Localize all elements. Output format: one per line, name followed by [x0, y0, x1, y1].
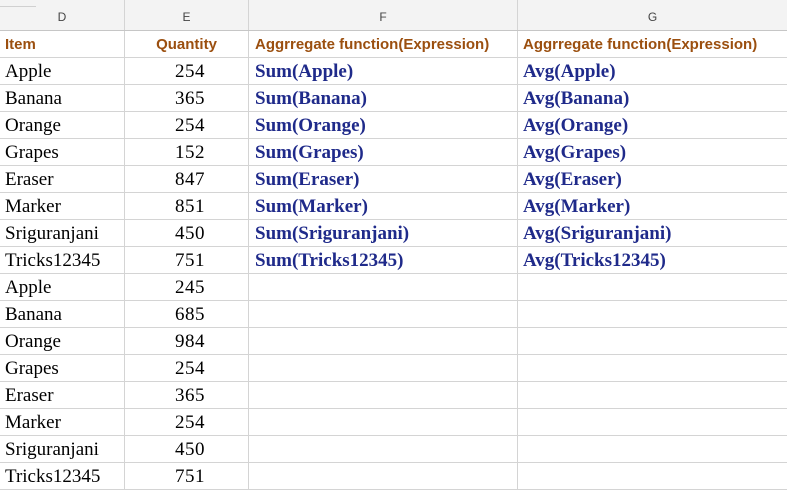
- cell-quantity[interactable]: 365: [125, 382, 249, 409]
- cell-item[interactable]: Grapes: [0, 355, 125, 382]
- cell-sum-expression[interactable]: [249, 409, 518, 436]
- cell-sum-expression[interactable]: [249, 355, 518, 382]
- column-header-bar: D E F G: [0, 0, 787, 31]
- cell-item[interactable]: Tricks12345: [0, 247, 125, 274]
- cell-sum-expression[interactable]: Sum(Grapes): [249, 139, 518, 166]
- table-row: Banana 365 Sum(Banana) Avg(Banana): [0, 85, 787, 112]
- cell-avg-expression[interactable]: [518, 328, 787, 355]
- cell-quantity[interactable]: 847: [125, 166, 249, 193]
- table-row: Sriguranjani 450: [0, 436, 787, 463]
- cell-quantity[interactable]: 751: [125, 247, 249, 274]
- cell-avg-expression[interactable]: [518, 436, 787, 463]
- cell-item-header[interactable]: Item: [0, 31, 125, 58]
- table-row: Banana 685: [0, 301, 787, 328]
- table-row: Apple 254 Sum(Apple) Avg(Apple): [0, 58, 787, 85]
- cell-quantity[interactable]: 984: [125, 328, 249, 355]
- cell-quantity-header[interactable]: Quantity: [125, 31, 249, 58]
- cell-sum-expression[interactable]: Sum(Orange): [249, 112, 518, 139]
- cell-quantity[interactable]: 851: [125, 193, 249, 220]
- cell-avg-expression[interactable]: Avg(Banana): [518, 85, 787, 112]
- cell-quantity[interactable]: 245: [125, 274, 249, 301]
- cell-item[interactable]: Marker: [0, 409, 125, 436]
- cell-quantity[interactable]: 450: [125, 436, 249, 463]
- cell-quantity[interactable]: 254: [125, 58, 249, 85]
- cell-avg-expression[interactable]: [518, 274, 787, 301]
- cell-sum-expression[interactable]: Sum(Apple): [249, 58, 518, 85]
- column-header-f[interactable]: F: [249, 0, 518, 30]
- cell-avg-expression[interactable]: Avg(Grapes): [518, 139, 787, 166]
- cell-item[interactable]: Apple: [0, 274, 125, 301]
- cell-quantity[interactable]: 254: [125, 112, 249, 139]
- cell-avg-expression[interactable]: [518, 382, 787, 409]
- cell-quantity[interactable]: 450: [125, 220, 249, 247]
- table-row: Grapes 254: [0, 355, 787, 382]
- cell-item[interactable]: Sriguranjani: [0, 220, 125, 247]
- cell-avg-expression[interactable]: Avg(Orange): [518, 112, 787, 139]
- table-row: Orange 984: [0, 328, 787, 355]
- cell-sum-expression[interactable]: Sum(Banana): [249, 85, 518, 112]
- cell-item[interactable]: Banana: [0, 85, 125, 112]
- table-row: Eraser 365: [0, 382, 787, 409]
- column-header-d[interactable]: D: [0, 0, 125, 30]
- cell-item[interactable]: Orange: [0, 328, 125, 355]
- cell-item[interactable]: Banana: [0, 301, 125, 328]
- cell-avg-expression[interactable]: Avg(Tricks12345): [518, 247, 787, 274]
- cell-item[interactable]: Eraser: [0, 382, 125, 409]
- cell-avg-expression[interactable]: [518, 301, 787, 328]
- table-row: Eraser 847 Sum(Eraser) Avg(Eraser): [0, 166, 787, 193]
- cell-item[interactable]: Sriguranjani: [0, 436, 125, 463]
- header-row: Item Quantity Aggrregate function(Expres…: [0, 31, 787, 58]
- cell-quantity[interactable]: 254: [125, 409, 249, 436]
- table-row: Sriguranjani 450 Sum(Sriguranjani) Avg(Srig…: [0, 220, 787, 247]
- cell-sum-expression[interactable]: Sum(Eraser): [249, 166, 518, 193]
- cell-sum-expression[interactable]: [249, 328, 518, 355]
- cell-item[interactable]: Apple: [0, 58, 125, 85]
- cell-avg-expression[interactable]: Avg(Marker): [518, 193, 787, 220]
- cell-avg-expression[interactable]: Avg(Eraser): [518, 166, 787, 193]
- cell-g-header[interactable]: Aggrregate function(Expression): [518, 31, 787, 58]
- cell-quantity[interactable]: 152: [125, 139, 249, 166]
- cell-avg-expression[interactable]: [518, 409, 787, 436]
- cell-sum-expression[interactable]: Sum(Marker): [249, 193, 518, 220]
- cell-item[interactable]: Marker: [0, 193, 125, 220]
- cell-avg-expression[interactable]: Avg(Sriguranjani): [518, 220, 787, 247]
- cell-sum-expression[interactable]: [249, 301, 518, 328]
- cell-quantity[interactable]: 254: [125, 355, 249, 382]
- cell-item[interactable]: Orange: [0, 112, 125, 139]
- table-row: Orange 254 Sum(Orange) Avg(Orange): [0, 112, 787, 139]
- table-row: Marker 851 Sum(Marker) Avg(Marker): [0, 193, 787, 220]
- cell-quantity[interactable]: 365: [125, 85, 249, 112]
- table-row: Apple 245: [0, 274, 787, 301]
- cell-quantity[interactable]: 685: [125, 301, 249, 328]
- column-header-e[interactable]: E: [125, 0, 249, 30]
- cell-sum-expression[interactable]: [249, 436, 518, 463]
- table-row: Marker 254: [0, 409, 787, 436]
- cell-sum-expression[interactable]: Sum(Sriguranjani): [249, 220, 518, 247]
- cell-sum-expression[interactable]: [249, 274, 518, 301]
- spreadsheet-grid: D E F G Item Quantity Aggrregate functio…: [0, 0, 787, 490]
- cell-avg-expression[interactable]: [518, 355, 787, 382]
- cell-sum-expression[interactable]: Sum(Tricks12345): [249, 247, 518, 274]
- cell-avg-expression[interactable]: Avg(Apple): [518, 58, 787, 85]
- cell-item[interactable]: Grapes: [0, 139, 125, 166]
- cell-sum-expression[interactable]: [249, 382, 518, 409]
- column-header-g[interactable]: G: [518, 0, 787, 30]
- cell-f-header[interactable]: Aggrregate function(Expression): [249, 31, 518, 58]
- cell-item[interactable]: Eraser: [0, 166, 125, 193]
- table-row: Tricks12345 751 Sum(Tricks12345) Avg(Tricks…: [0, 247, 787, 274]
- table-row: Grapes 152 Sum(Grapes) Avg(Grapes): [0, 139, 787, 166]
